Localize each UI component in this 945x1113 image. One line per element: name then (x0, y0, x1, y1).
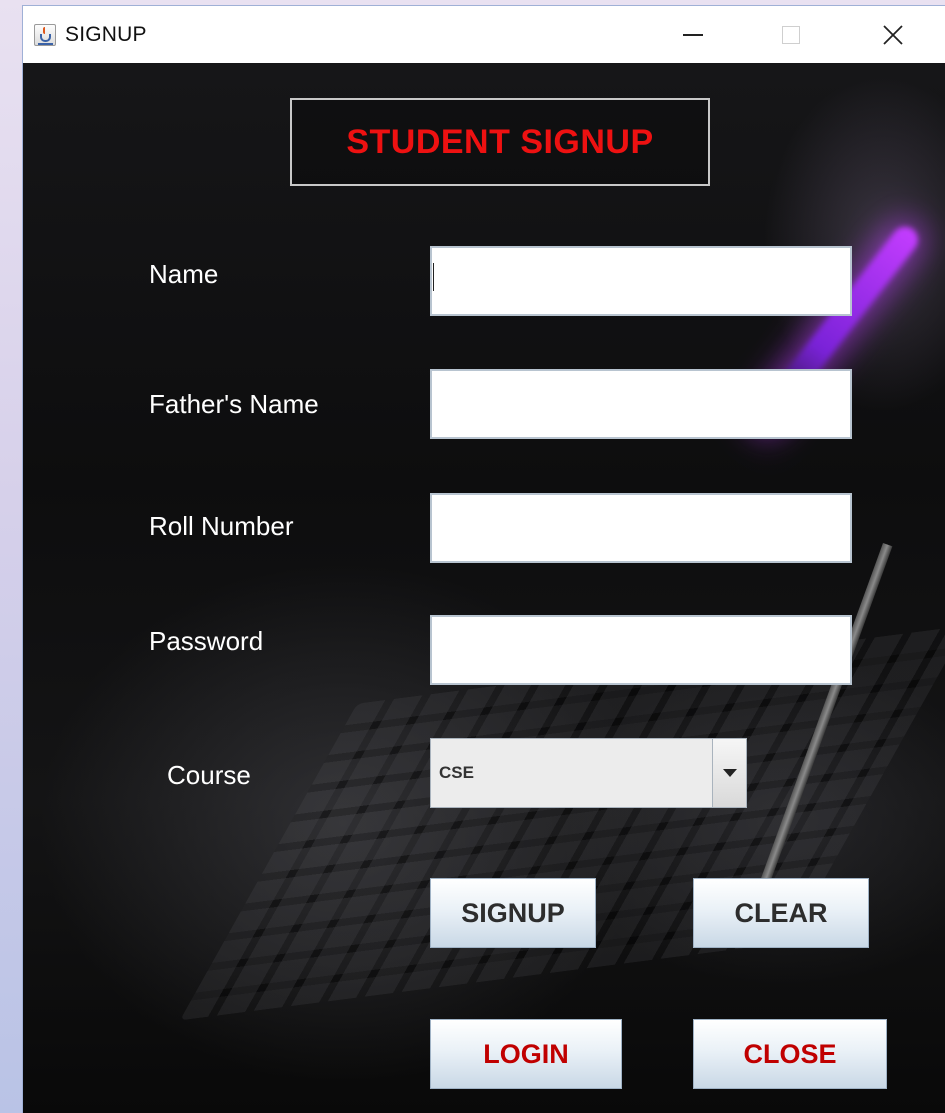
window-close-button[interactable] (843, 6, 943, 63)
name-input[interactable] (430, 246, 852, 316)
login-button[interactable]: LOGIN (430, 1019, 622, 1089)
password-label: Password (149, 626, 264, 656)
close-button[interactable]: CLOSE (693, 1019, 887, 1089)
minimize-button[interactable] (643, 6, 743, 63)
course-label: Course (167, 760, 251, 790)
clear-button[interactable]: CLEAR (693, 878, 869, 948)
window-title: SIGNUP (65, 22, 147, 46)
minimize-icon (683, 33, 703, 36)
signup-window: SIGNUP STUDENT SIGNUP Name Father's Name… (22, 5, 945, 1113)
page-title: STUDENT SIGNUP (346, 122, 654, 161)
title-bar[interactable]: SIGNUP (23, 6, 945, 63)
java-cup-icon (34, 23, 56, 46)
signup-button[interactable]: SIGNUP (430, 878, 596, 948)
course-dropdown[interactable]: CSE (430, 738, 747, 808)
roll-number-label: Roll Number (149, 511, 294, 541)
father-name-label: Father's Name (149, 389, 319, 419)
password-input[interactable] (430, 615, 852, 685)
heading-frame: STUDENT SIGNUP (290, 98, 710, 186)
chevron-down-icon[interactable] (712, 739, 746, 807)
maximize-icon (782, 25, 800, 44)
father-name-input[interactable] (430, 369, 852, 439)
course-selected-value: CSE (439, 763, 474, 782)
roll-number-input[interactable] (430, 493, 852, 563)
form-panel: STUDENT SIGNUP Name Father's Name Roll N… (23, 63, 945, 1113)
maximize-button[interactable] (741, 6, 841, 63)
name-label: Name (149, 259, 219, 289)
text-caret (433, 263, 434, 291)
close-icon (883, 24, 903, 45)
